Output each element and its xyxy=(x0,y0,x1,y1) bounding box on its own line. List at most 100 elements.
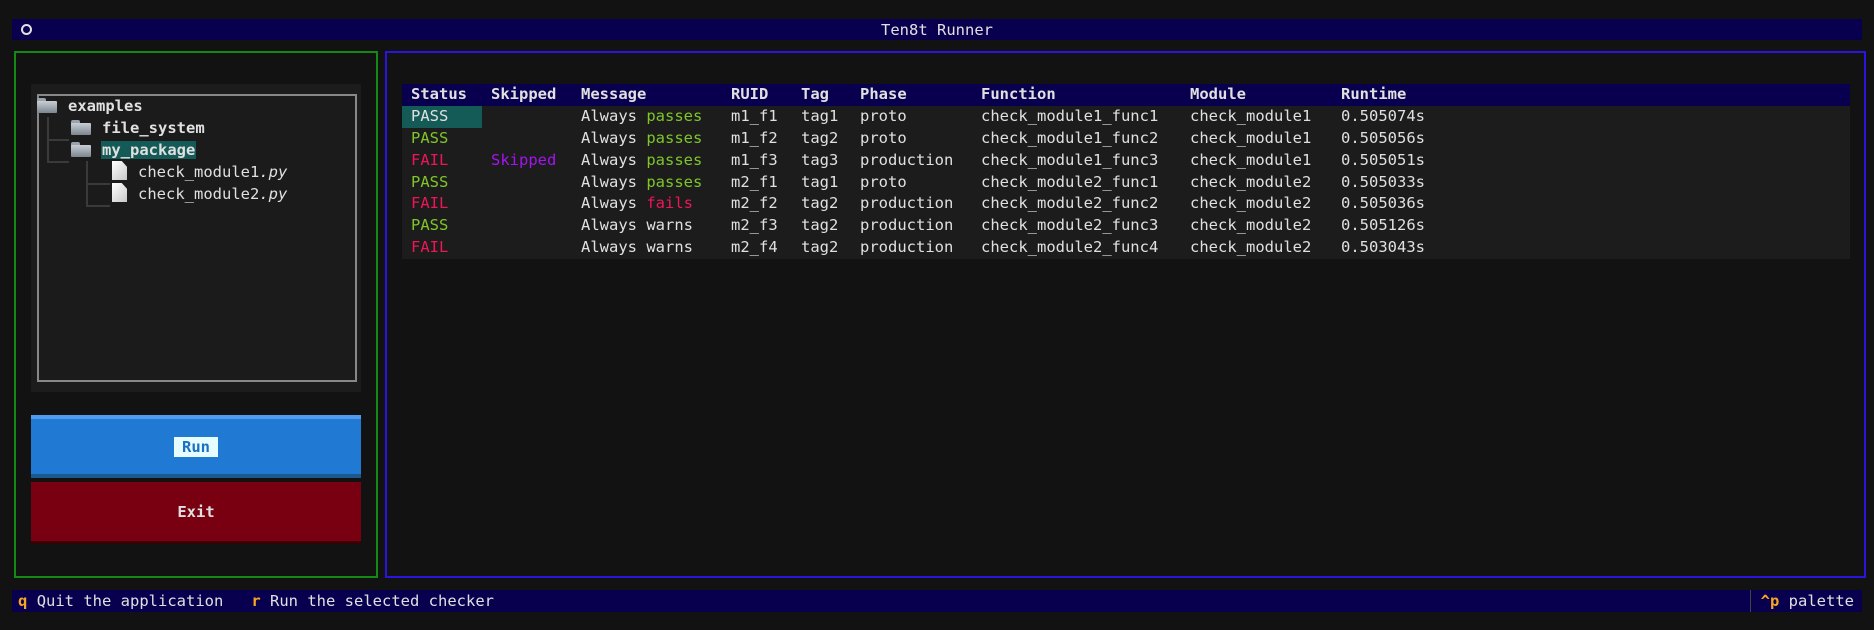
cell-runtime: 0.505126s xyxy=(1341,216,1425,235)
footer-binding-run[interactable]: r Run the selected checker xyxy=(251,592,494,610)
footer-binding-quit[interactable]: q Quit the application xyxy=(18,592,223,610)
cell-status: PASS xyxy=(411,172,449,191)
column-header-ruid[interactable]: RUID xyxy=(722,84,768,106)
cell-ruid: m2_f3 xyxy=(731,216,778,235)
cell-module: check_module2 xyxy=(1190,216,1312,235)
cell-ruid: m1_f2 xyxy=(731,128,778,147)
cell-tag: tag1 xyxy=(801,106,839,125)
column-header-phase[interactable]: Phase xyxy=(851,84,907,106)
app-title: Ten8t Runner xyxy=(881,21,993,39)
file-icon xyxy=(112,183,127,202)
message-result: passes xyxy=(646,172,703,191)
message-text: Always xyxy=(581,194,637,213)
table-row[interactable]: PASS Always passes m2_f1 tag1 proto check_mod… xyxy=(402,172,1850,194)
cell-tag: tag2 xyxy=(801,128,839,147)
table-row[interactable]: FAIL Always warns m2_f4 tag2 production check… xyxy=(402,237,1850,259)
tree-node-file-system[interactable]: file_system xyxy=(71,117,206,139)
column-header-runtime[interactable]: Runtime xyxy=(1332,84,1406,106)
cell-function: check_module2_func2 xyxy=(981,194,1159,213)
message-text: Always xyxy=(581,216,637,235)
cell-runtime: 0.505056s xyxy=(1341,128,1425,147)
message-result: fails xyxy=(646,194,694,213)
cell-module: check_module2 xyxy=(1190,194,1312,213)
run-button[interactable]: Run xyxy=(31,415,361,478)
cell-tag: tag2 xyxy=(801,216,839,235)
cell-runtime: 0.505051s xyxy=(1341,150,1425,169)
cell-ruid: m1_f1 xyxy=(731,106,778,125)
title-bar: Ten8t Runner xyxy=(12,19,1862,40)
cell-skipped xyxy=(482,172,491,194)
file-icon xyxy=(112,161,127,180)
cell-function: check_module2_func1 xyxy=(981,172,1159,191)
table-row[interactable]: FAIL Skipped Always passes m1_f3 tag3 product… xyxy=(402,150,1850,172)
cell-runtime: 0.505033s xyxy=(1341,172,1425,191)
cell-runtime: 0.505074s xyxy=(1341,106,1425,125)
table-row[interactable]: PASS Always passes m1_f1 tag1 proto check_mod… xyxy=(402,105,1850,128)
cell-status: FAIL xyxy=(411,238,449,257)
cell-ruid: m2_f2 xyxy=(731,194,778,213)
message-result: passes xyxy=(646,128,703,147)
tree-node-my-package[interactable]: my_package xyxy=(71,139,197,161)
cell-message: Always passes xyxy=(572,172,702,194)
column-header-status[interactable]: Status xyxy=(402,84,482,106)
cell-skipped xyxy=(482,215,491,237)
file-tree[interactable]: examples file_system my_package check_mo… xyxy=(37,94,357,382)
cell-module: check_module2 xyxy=(1190,238,1312,257)
cell-tag: tag2 xyxy=(801,194,839,213)
cell-function: check_module1_func3 xyxy=(981,150,1159,169)
cell-phase: production xyxy=(860,216,954,235)
message-text: Always xyxy=(581,238,637,257)
cell-module: check_module1 xyxy=(1190,128,1312,147)
cell-phase: production xyxy=(860,238,954,257)
cell-skipped xyxy=(482,193,491,215)
cell-function: check_module1_func1 xyxy=(981,106,1159,125)
cell-skipped: Skipped xyxy=(491,150,557,169)
cell-phase: proto xyxy=(860,128,907,147)
cell-module: check_module2 xyxy=(1190,172,1312,191)
cell-function: check_module2_func3 xyxy=(981,216,1159,235)
message-result: warns xyxy=(646,238,694,257)
tree-node-examples[interactable]: examples xyxy=(37,95,144,117)
cell-status: PASS xyxy=(402,105,482,128)
tree-node-check-module2[interactable]: check_module2.py xyxy=(112,183,288,205)
message-text: Always xyxy=(581,172,637,191)
cell-status: PASS xyxy=(411,128,449,147)
column-header-function[interactable]: Function xyxy=(972,84,1056,106)
cell-module: check_module1 xyxy=(1190,150,1312,169)
folder-open-icon xyxy=(71,141,91,157)
cell-phase: proto xyxy=(860,172,907,191)
cell-message: Always passes xyxy=(572,128,702,150)
message-result: warns xyxy=(646,216,694,235)
cell-status: PASS xyxy=(411,216,449,235)
cell-message: Always warns xyxy=(572,237,693,259)
column-header-module[interactable]: Module xyxy=(1181,84,1246,106)
message-text: Always xyxy=(581,150,637,169)
cell-message: Always passes xyxy=(572,150,702,172)
cell-tag: tag2 xyxy=(801,238,839,257)
cell-message: Always passes xyxy=(572,106,702,128)
cell-status: FAIL xyxy=(411,150,449,169)
tree-node-check-module1[interactable]: check_module1.py xyxy=(112,161,288,183)
command-palette-binding[interactable]: ^p palette xyxy=(1749,590,1862,612)
message-text: Always xyxy=(581,106,637,125)
cell-skipped xyxy=(482,237,491,259)
cell-ruid: m1_f3 xyxy=(731,150,778,169)
table-row[interactable]: FAIL Always fails m2_f2 tag2 production check… xyxy=(402,193,1850,215)
cell-runtime: 0.505036s xyxy=(1341,194,1425,213)
column-header-message[interactable]: Message xyxy=(572,84,646,106)
exit-button[interactable]: Exit xyxy=(31,482,361,544)
cell-module: check_module1 xyxy=(1190,106,1312,125)
cell-message: Always fails xyxy=(572,193,693,215)
table-row[interactable]: PASS Always warns m2_f3 tag2 production check… xyxy=(402,215,1850,237)
cell-message: Always warns xyxy=(572,215,693,237)
cell-runtime: 0.503043s xyxy=(1341,238,1425,257)
results-table[interactable]: Status Skipped Message RUID Tag Phase Function… xyxy=(402,84,1850,260)
cell-phase: production xyxy=(860,194,954,213)
tree-guide xyxy=(47,117,69,141)
column-header-skipped[interactable]: Skipped xyxy=(482,84,556,106)
message-result: passes xyxy=(646,150,703,169)
cell-skipped xyxy=(482,106,491,128)
cell-tag: tag1 xyxy=(801,172,839,191)
table-row[interactable]: PASS Always passes m1_f2 tag2 proto check_mod… xyxy=(402,128,1850,150)
column-header-tag[interactable]: Tag xyxy=(792,84,829,106)
